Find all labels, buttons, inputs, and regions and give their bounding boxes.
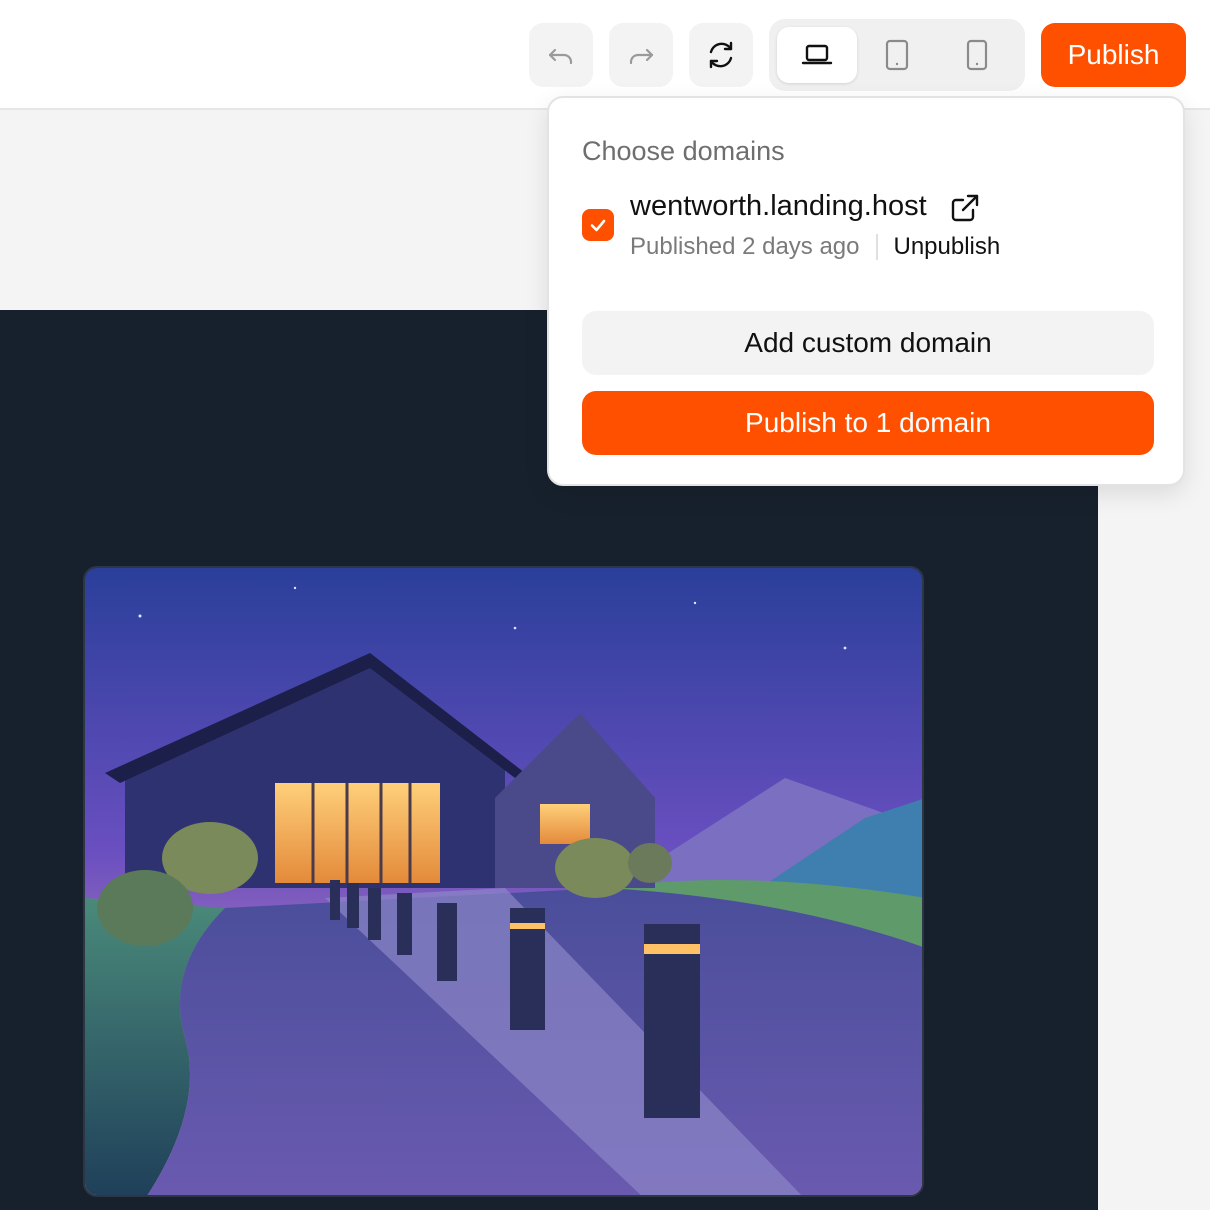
device-desktop-button[interactable]	[777, 27, 857, 83]
top-toolbar: Publish	[0, 0, 1210, 110]
unpublish-link[interactable]: Unpublish	[894, 233, 1001, 261]
refresh-icon	[709, 41, 733, 69]
publish-to-domain-button[interactable]: Publish to 1 domain	[582, 391, 1154, 455]
publish-domains-popover: Choose domains wentworth.landing.host Pu…	[547, 96, 1185, 486]
domain-checkbox[interactable]	[582, 209, 614, 241]
mobile-icon	[966, 39, 988, 71]
device-tablet-button[interactable]	[857, 27, 937, 83]
redo-button[interactable]	[609, 23, 673, 87]
domain-name: wentworth.landing.host	[630, 190, 927, 222]
undo-icon	[548, 48, 573, 65]
external-link-icon[interactable]	[949, 192, 981, 229]
popover-title: Choose domains	[582, 136, 785, 166]
domain-meta: Published 2 days ago Unpublish	[630, 233, 1000, 261]
redo-icon	[629, 48, 654, 65]
laptop-icon	[801, 44, 833, 65]
domain-status: Published 2 days ago	[630, 233, 860, 260]
check-icon	[590, 219, 606, 232]
undo-button[interactable]	[529, 23, 593, 87]
refresh-button[interactable]	[689, 23, 753, 87]
publish-button[interactable]: Publish	[1041, 23, 1186, 87]
device-mobile-button[interactable]	[937, 27, 1017, 83]
tablet-icon	[885, 39, 909, 71]
add-custom-domain-button[interactable]: Add custom domain	[582, 311, 1154, 375]
device-switcher	[769, 19, 1025, 91]
hero-image-night-house[interactable]	[83, 566, 924, 1197]
meta-divider	[875, 234, 878, 260]
hero-illustration	[85, 568, 922, 1195]
